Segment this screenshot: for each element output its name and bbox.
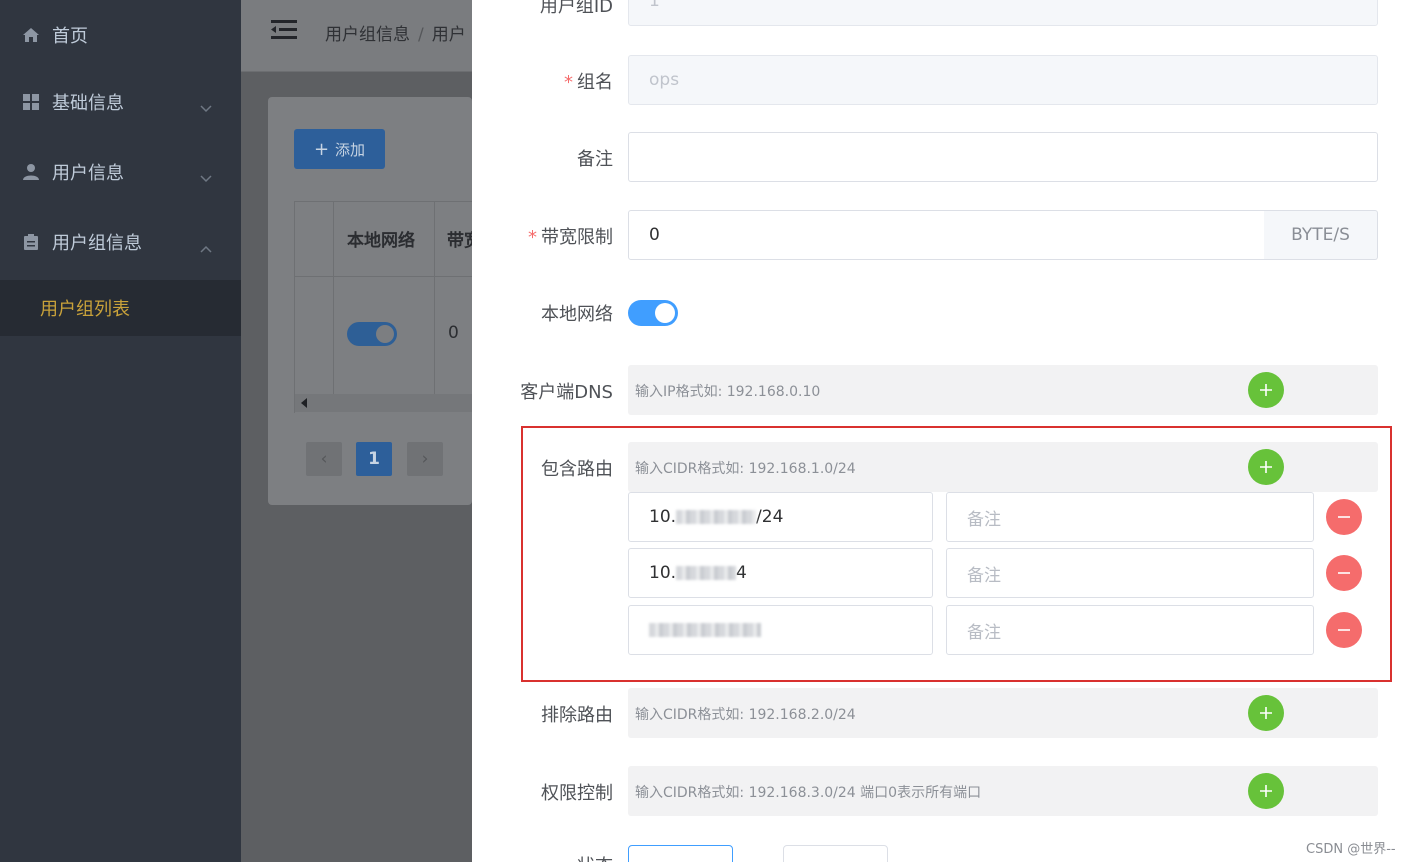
plus-icon [1260, 384, 1272, 396]
sidebar-item-label: 用户组信息 [52, 233, 142, 254]
plus-icon [1260, 707, 1272, 719]
label-bandwidth: * 带宽限制 [528, 227, 613, 248]
sidebar-subitem-usergroup-list[interactable]: 用户组列表 [0, 280, 241, 336]
plus-icon [1260, 785, 1272, 797]
status-option-enabled[interactable] [628, 845, 733, 862]
pagination-prev-button[interactable]: ‹ [306, 442, 342, 476]
group-id-input: 1 [628, 0, 1378, 26]
sidebar-item-usergroup-info[interactable]: 用户组信息 [0, 207, 241, 277]
pagination-page-1[interactable]: 1 [356, 442, 392, 476]
sidebar-item-basic-info[interactable]: 基础信息 [0, 67, 241, 137]
chevron-down-icon [200, 167, 212, 183]
watermark: CSDN @世界-- [1306, 842, 1396, 857]
highlight-box [521, 426, 1392, 682]
label-permission: 权限控制 [541, 783, 613, 804]
add-permission-button[interactable] [1248, 773, 1284, 809]
home-icon [22, 26, 40, 44]
sidebar-item-home[interactable]: 首页 [0, 0, 241, 70]
table-horizontal-scrollbar[interactable] [295, 394, 472, 412]
clipboard-icon [22, 233, 40, 251]
plus-icon: + [313, 138, 330, 160]
group-name-input: ops [628, 55, 1378, 105]
sidebar-item-user-info[interactable]: 用户信息 [0, 137, 241, 207]
column-header-local-network: 本地网络 [347, 231, 415, 251]
breadcrumb: 用户组信息 / 用户 [325, 25, 466, 45]
sidebar-subitem-label: 用户组列表 [40, 299, 130, 320]
label-group-name: * 组名 [564, 72, 613, 93]
grid-icon [22, 93, 40, 111]
label-exclude-routes: 排除路由 [541, 705, 613, 726]
label-group-id: 用户组ID [539, 0, 613, 17]
label-local-network: 本地网络 [541, 304, 613, 325]
status-option-disabled[interactable] [783, 845, 888, 862]
sidebar-item-label: 用户信息 [52, 163, 124, 184]
bandwidth-unit: BYTE/S [1264, 210, 1378, 260]
chevron-down-icon [200, 97, 212, 113]
table-row-local-network-switch[interactable] [347, 322, 397, 346]
chevron-up-icon [200, 237, 212, 253]
label-status: 状态 [472, 852, 613, 862]
label-remark: 备注 [577, 149, 613, 170]
sidebar-item-label: 首页 [52, 26, 88, 47]
user-icon [22, 163, 40, 181]
local-network-switch[interactable] [628, 300, 678, 326]
sidebar-item-label: 基础信息 [52, 93, 124, 114]
pagination-next-button[interactable]: › [407, 442, 443, 476]
breadcrumb-item: 用户 [431, 25, 466, 45]
add-button[interactable]: + 添加 [294, 129, 385, 169]
table-cell-bandwidth: 0 [448, 323, 459, 343]
add-exclude-route-button[interactable] [1248, 695, 1284, 731]
label-client-dns: 客户端DNS [520, 382, 613, 403]
breadcrumb-item[interactable]: 用户组信息 [325, 25, 410, 45]
add-dns-button[interactable] [1248, 372, 1284, 408]
remark-input[interactable] [628, 132, 1378, 182]
menu-toggle-icon[interactable] [271, 20, 297, 40]
bandwidth-input[interactable]: 0 [628, 210, 1265, 260]
